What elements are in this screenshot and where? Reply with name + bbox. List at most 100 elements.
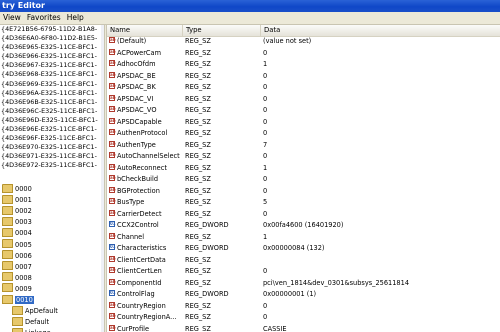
tree-key-0001[interactable]: 0001 <box>2 194 32 206</box>
table-row[interactable]: abAPSDAC_VO REG_SZ 0 <box>107 106 500 115</box>
table-row[interactable]: abCurProfile REG_SZ CASSIE <box>107 324 500 332</box>
value-name: AdhocOfdm <box>117 60 156 68</box>
value-data-cell: 0x00000001 (1) <box>263 290 317 298</box>
table-row[interactable]: abClientCertData REG_SZ <box>107 255 500 265</box>
value-type-cell: REG_SZ <box>185 313 211 321</box>
value-name-cell: abComponentId <box>109 278 183 288</box>
tree-key-0010[interactable]: 0010 <box>2 294 34 306</box>
value-type-cell: REG_SZ <box>185 267 211 275</box>
tree-key-guid[interactable]: {4D36E969-E325-11CE-BFC1- <box>0 80 104 89</box>
value-type-cell: REG_SZ <box>185 94 211 103</box>
tree-key-guid[interactable]: {4D36E965-E325-11CE-BFC1- <box>0 43 104 52</box>
table-row[interactable]: abCountryRegionA... REG_SZ 0 <box>107 313 500 322</box>
table-row[interactable]: abCountryRegion REG_SZ 0 <box>107 301 500 311</box>
registry-string-icon: ab <box>109 140 116 147</box>
tree-key-0004[interactable]: 0004 <box>2 227 32 239</box>
tree-key-0007[interactable]: 0007 <box>2 261 32 273</box>
tree-key-guid[interactable]: {4D36E966-E325-11CE-BFC1- <box>0 52 104 61</box>
tree-key-default[interactable]: Default <box>12 316 50 328</box>
value-name: BGProtection <box>117 186 160 195</box>
tree-key-guid[interactable]: {4D36E96D-E325-11CE-BFC1- <box>0 116 104 125</box>
table-row[interactable]: abAPSDAC_BK REG_SZ 0 <box>107 83 500 92</box>
tree-key-0005[interactable]: 0005 <box>2 239 32 251</box>
folder-icon <box>2 183 13 193</box>
folder-icon <box>2 239 13 248</box>
tree-key-guid[interactable]: {4D36E6A0-6F80-11D2-B1E5- <box>0 34 104 43</box>
menu-item-view[interactable]: View <box>0 12 24 24</box>
menu-item-help[interactable]: Help <box>64 12 87 24</box>
column-type-header[interactable]: Type <box>183 25 261 36</box>
value-name: APSDAC_VI <box>117 94 154 103</box>
table-row[interactable]: abAPSDAC_BE REG_SZ 0 <box>107 71 500 81</box>
menu-item-favorites[interactable]: Favorites <box>24 12 64 24</box>
value-name-cell: abAuthenType <box>109 140 183 150</box>
registry-binary-icon: 01 <box>109 221 116 227</box>
tree-key-0003[interactable]: 0003 <box>2 216 32 228</box>
value-type-cell: REG_SZ <box>185 83 211 91</box>
value-type-cell: REG_SZ <box>185 48 211 57</box>
registry-string-icon: ab <box>109 37 116 43</box>
tree-key-guid[interactable]: {4D36E96A-E325-11CE-BFC1- <box>0 89 104 98</box>
table-row[interactable]: abBusType REG_SZ 5 <box>107 198 500 207</box>
tree-key-guid[interactable]: {4E721B56-6795-11D2-B1A8- <box>0 25 104 34</box>
column-data-header[interactable]: Data <box>261 25 500 36</box>
table-row[interactable]: ab(Default) REG_SZ (value not set) <box>107 37 500 46</box>
value-name-cell: abClientCertLen <box>109 267 183 276</box>
table-row[interactable]: 01CCX2Control REG_DWORD 0x00fa4600 (164019… <box>107 221 500 230</box>
tree-key-0002[interactable]: 0002 <box>2 205 32 217</box>
value-data-cell: 0 <box>263 117 268 126</box>
value-data-cell: 0 <box>263 301 268 310</box>
folder-icon <box>12 305 23 315</box>
value-data-cell: (value not set) <box>263 37 312 45</box>
value-name-cell: abBGProtection <box>109 186 183 196</box>
tree-key-0009[interactable]: 0009 <box>2 283 32 295</box>
table-row[interactable]: abBGProtection REG_SZ 0 <box>107 186 500 196</box>
folder-icon <box>2 283 13 293</box>
tree-key-guid[interactable]: {4D36E971-E325-11CE-BFC1- <box>0 152 104 161</box>
table-row[interactable]: abbCheckBuild REG_SZ 0 <box>107 175 500 184</box>
tree-key-guid[interactable]: {4D36E96B-E325-11CE-BFC1- <box>0 98 104 107</box>
value-name: ControlFlag <box>117 290 155 298</box>
tree-key-guid[interactable]: {4D36E968-E325-11CE-BFC1- <box>0 70 104 79</box>
tree-key-0006[interactable]: 0006 <box>2 250 32 262</box>
registry-string-icon: ab <box>109 209 116 216</box>
table-row[interactable]: 01Characteristics REG_DWORD 0x00000084 (13… <box>107 244 500 253</box>
value-name: AuthenType <box>117 140 156 149</box>
tree-key-guid[interactable]: {4D36E96F-E325-11CE-BFC1- <box>0 134 104 143</box>
folder-icon <box>2 205 13 215</box>
value-name-cell: abCarrierDetect <box>109 209 183 219</box>
registry-key-tree[interactable]: {4E721B56-6795-11D2-B1A8- {4D36E6A0-6F80-… <box>0 25 104 332</box>
value-type-cell: REG_SZ <box>185 106 211 114</box>
tree-key-label: 0010 <box>15 296 34 304</box>
tree-key-linkage[interactable]: Linkage <box>12 327 51 332</box>
table-row[interactable]: abAPSDCapable REG_SZ 0 <box>107 117 500 127</box>
registry-string-icon: ab <box>109 186 116 193</box>
table-row[interactable]: abAutoChannelSelect REG_SZ 0 <box>107 152 500 161</box>
value-name-cell: abCurProfile <box>109 324 183 332</box>
tree-key-guid[interactable]: {4D36E967-E325-11CE-BFC1- <box>0 61 104 70</box>
table-row[interactable]: abAuthenProtocol REG_SZ 0 <box>107 129 500 138</box>
table-row[interactable]: abAutoReconnect REG_SZ 1 <box>107 163 500 173</box>
tree-key-label: Default <box>25 318 50 327</box>
value-data-cell: 0 <box>263 83 268 91</box>
table-row[interactable]: abAdhocOfdm REG_SZ 1 <box>107 60 500 69</box>
registry-string-icon: ab <box>109 48 116 55</box>
tree-key-label: 0006 <box>15 251 32 260</box>
table-row[interactable]: abComponentId REG_SZ pci\ven_1814&dev_0301… <box>107 278 500 288</box>
column-name-header[interactable]: Name <box>107 25 183 36</box>
table-row[interactable]: abAPSDAC_VI REG_SZ 0 <box>107 94 500 104</box>
tree-key-guid[interactable]: {4D36E970-E325-11CE-BFC1- <box>0 143 104 152</box>
tree-key-0008[interactable]: 0008 <box>2 272 32 284</box>
table-row[interactable]: 01ControlFlag REG_DWORD 0x00000001 (1) <box>107 290 500 299</box>
value-name-cell: abAPSDAC_BE <box>109 71 183 81</box>
table-row[interactable]: abChannel REG_SZ 1 <box>107 232 500 242</box>
tree-key-apdefault[interactable]: ApDefault <box>12 305 58 317</box>
tree-key-guid[interactable]: {4D36E96E-E325-11CE-BFC1- <box>0 125 104 134</box>
table-row[interactable]: abClientCertLen REG_SZ 0 <box>107 267 500 276</box>
tree-key-guid[interactable]: {4D36E972-E325-11CE-BFC1- <box>0 161 104 170</box>
tree-key-guid[interactable]: {4D36E96C-E325-11CE-BFC1- <box>0 107 104 116</box>
table-row[interactable]: abACPowerCam REG_SZ 0 <box>107 48 500 58</box>
tree-key-0000[interactable]: 0000 <box>2 183 32 195</box>
table-row[interactable]: abAuthenType REG_SZ 7 <box>107 140 500 150</box>
table-row[interactable]: abCarrierDetect REG_SZ 0 <box>107 209 500 219</box>
